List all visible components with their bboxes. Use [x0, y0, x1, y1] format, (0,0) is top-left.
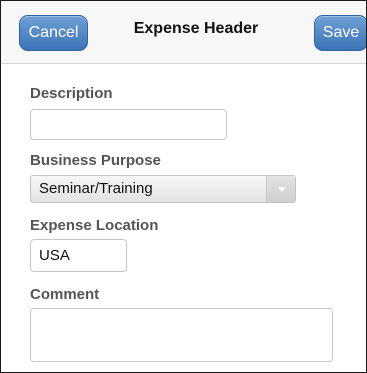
description-label: Description	[30, 85, 113, 102]
expense-header-screen: Cancel Expense Header Save Description B…	[0, 0, 367, 373]
cancel-button[interactable]: Cancel	[19, 15, 88, 51]
comment-label: Comment	[30, 286, 100, 303]
chevron-down-icon	[266, 176, 295, 202]
description-field[interactable]	[30, 109, 227, 140]
top-toolbar: Cancel Expense Header Save	[1, 1, 366, 64]
business-purpose-select[interactable]: Seminar/Training	[30, 175, 296, 203]
comment-field[interactable]	[30, 308, 333, 362]
business-purpose-label: Business Purpose	[30, 152, 161, 169]
expense-location-field[interactable]	[30, 239, 127, 272]
save-button[interactable]: Save	[314, 15, 366, 51]
business-purpose-value: Seminar/Training	[39, 180, 153, 197]
expense-location-label: Expense Location	[30, 217, 159, 234]
page-title: Expense Header	[133, 20, 259, 37]
